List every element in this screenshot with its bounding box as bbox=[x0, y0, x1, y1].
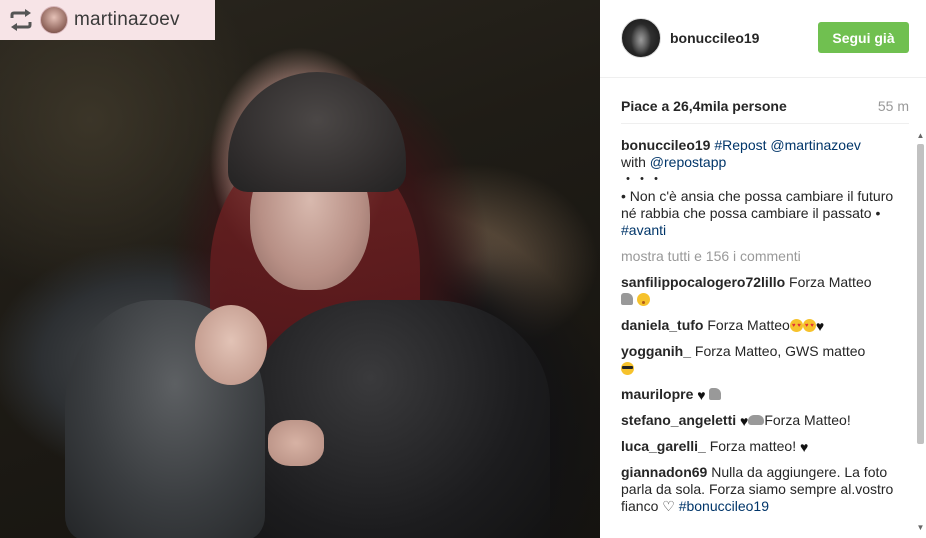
caption: bonuccileo19 #Repost @martinazoev with @… bbox=[621, 137, 903, 239]
comment-username[interactable]: giannadon69 bbox=[621, 464, 707, 480]
comment: yogganih_ Forza Matteo, GWS matteo bbox=[621, 343, 903, 377]
caption-app-mention[interactable]: @repostapp bbox=[650, 154, 726, 170]
follow-button[interactable]: Segui già bbox=[818, 22, 909, 53]
black-heart-icon: ♥ bbox=[697, 387, 706, 404]
comments-scrollbar[interactable]: ▲ ▼ bbox=[915, 132, 926, 532]
photo-hand bbox=[268, 420, 324, 466]
badge-username: martinazoev bbox=[74, 9, 180, 30]
photo-child-face bbox=[195, 305, 267, 385]
scroll-down-arrow-icon[interactable]: ▼ bbox=[916, 524, 925, 532]
comment: stefano_angeletti ♥ Forza Matteo! bbox=[621, 412, 903, 429]
heart-eyes-icon bbox=[802, 319, 816, 333]
flexed-arm-icon bbox=[748, 415, 765, 425]
author-username[interactable]: bonuccileo19 bbox=[670, 30, 759, 46]
kiss-face-icon bbox=[636, 293, 650, 306]
comment-text: Forza Matteo bbox=[707, 317, 790, 333]
post-sidebar: bonuccileo19 Segui già Piace a 26,4mila … bbox=[600, 0, 926, 538]
comment-text: Forza Matteo, GWS matteo bbox=[694, 343, 866, 359]
likes-row: Piace a 26,4mila persone 55 m bbox=[621, 98, 909, 118]
comment-text: Forza matteo! bbox=[709, 438, 797, 454]
comment-username[interactable]: sanfilippocalogero72lillo bbox=[621, 274, 785, 290]
comment-username[interactable]: yogganih_ bbox=[621, 343, 691, 359]
heart-eyes-icon bbox=[789, 319, 803, 333]
thumbs-up-icon bbox=[621, 293, 633, 305]
post-time[interactable]: 55 m bbox=[878, 98, 909, 114]
caption-hashtag-repost[interactable]: #Repost bbox=[714, 137, 766, 153]
comment-username[interactable]: maurilopre bbox=[621, 386, 693, 402]
caption-dots: ・・・ bbox=[621, 171, 663, 187]
comment: giannadon69 Nulla da aggiungere. La foto… bbox=[621, 464, 903, 515]
badge-avatar bbox=[40, 6, 68, 34]
scrollbar-thumb[interactable] bbox=[917, 144, 924, 444]
photo-subject-beanie bbox=[228, 72, 406, 192]
show-all-comments-link[interactable]: mostra tutti e 156 i commenti bbox=[621, 248, 903, 265]
divider bbox=[621, 123, 909, 124]
repost-icon bbox=[10, 9, 32, 31]
black-heart-icon: ♥ bbox=[799, 439, 809, 456]
comment: luca_garelli_ Forza matteo! ♥ bbox=[621, 438, 903, 455]
comment: sanfilippocalogero72lillo Forza Matteo bbox=[621, 274, 903, 308]
caption-author[interactable]: bonuccileo19 bbox=[621, 137, 710, 153]
black-heart-icon: ♥ bbox=[815, 318, 825, 335]
post-photo[interactable]: martinazoev bbox=[0, 0, 600, 538]
comment-text: Forza Matteo! bbox=[764, 412, 851, 428]
comment: maurilopre ♥ bbox=[621, 386, 903, 403]
comment-text: Forza Matteo bbox=[789, 274, 872, 290]
black-heart-icon: ♥ bbox=[740, 413, 749, 430]
comment-username[interactable]: luca_garelli_ bbox=[621, 438, 706, 454]
comments-list: bonuccileo19 #Repost @martinazoev with @… bbox=[621, 137, 903, 515]
thumbs-up-icon bbox=[709, 388, 722, 400]
comment: daniela_tufo Forza Matteo ♥ bbox=[621, 317, 903, 334]
post-header: bonuccileo19 Segui già bbox=[600, 0, 926, 78]
repost-badge: martinazoev bbox=[0, 0, 215, 40]
comment-hashtag[interactable]: #bonuccileo19 bbox=[679, 498, 769, 514]
caption-hashtag[interactable]: #avanti bbox=[621, 222, 666, 238]
caption-mention[interactable]: @martinazoev bbox=[770, 137, 860, 153]
scroll-up-arrow-icon[interactable]: ▲ bbox=[916, 132, 925, 140]
comment-username[interactable]: stefano_angeletti bbox=[621, 412, 736, 428]
sunglasses-face-icon bbox=[621, 362, 634, 375]
author-avatar[interactable] bbox=[621, 18, 661, 58]
photo-subject-jacket bbox=[250, 300, 550, 538]
caption-with: with bbox=[621, 154, 646, 170]
likes-count[interactable]: Piace a 26,4mila persone bbox=[621, 98, 787, 114]
comment-username[interactable]: daniela_tufo bbox=[621, 317, 703, 333]
caption-body: • Non c'è ansia che possa cambiare il fu… bbox=[621, 188, 894, 221]
